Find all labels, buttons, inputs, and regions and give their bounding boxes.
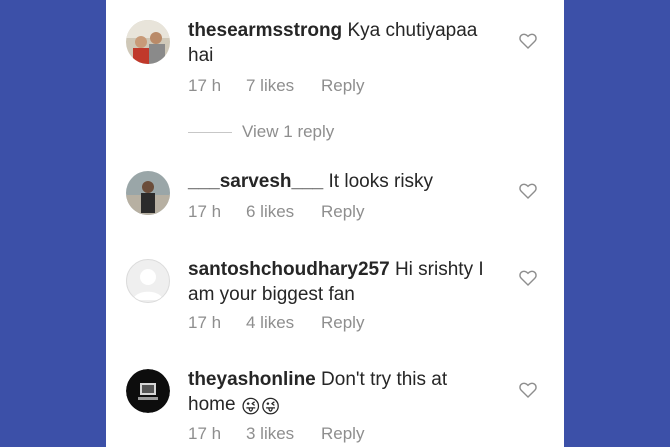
comment-likes[interactable]: 6 likes	[246, 202, 321, 222]
reply-button[interactable]: Reply	[321, 76, 364, 96]
comment-meta: 17 h 6 likes Reply	[188, 202, 364, 222]
comment-likes[interactable]: 7 likes	[246, 76, 321, 96]
comment-username[interactable]: thesearmsstrong	[188, 20, 342, 41]
view-replies-link[interactable]: View 1 reply	[188, 122, 334, 142]
divider	[188, 131, 232, 133]
comments-panel: thesearmsstrong Kya chutiyapaa hai 17 h …	[106, 0, 564, 447]
comment-meta: 17 h 4 likes Reply	[188, 313, 364, 333]
comment-meta: 17 h 3 likes Reply	[188, 424, 364, 444]
reply-button[interactable]: Reply	[321, 202, 364, 222]
comment-likes[interactable]: 4 likes	[246, 313, 321, 333]
heart-outline-icon[interactable]	[519, 270, 537, 286]
comment-text: ___sarvesh___ It looks risky	[188, 169, 498, 194]
reply-button[interactable]: Reply	[321, 424, 364, 444]
comment-username[interactable]: theyashonline	[188, 369, 316, 390]
avatar[interactable]	[126, 171, 170, 215]
comment-username[interactable]: santoshchoudhary257	[188, 259, 390, 280]
comment-username[interactable]: ___sarvesh___	[188, 171, 323, 192]
heart-outline-icon[interactable]	[519, 382, 537, 398]
avatar[interactable]	[126, 20, 170, 64]
view-replies-label: View 1 reply	[242, 122, 335, 141]
comment-text: theyashonline Don't try this at home 😜😜	[188, 367, 498, 420]
emoji: 😜😜	[240, 397, 281, 418]
avatar[interactable]	[126, 259, 170, 303]
comment-text: santoshchoudhary257 Hi srishty I am your…	[188, 257, 498, 307]
comment-time: 17 h	[188, 424, 222, 443]
comment-text: thesearmsstrong Kya chutiyapaa hai	[188, 18, 498, 68]
comment-time: 17 h	[188, 202, 222, 221]
comment-time: 17 h	[188, 76, 222, 95]
reply-button[interactable]: Reply	[321, 313, 364, 333]
comment-body: It looks risky	[328, 171, 434, 192]
heart-outline-icon[interactable]	[519, 33, 537, 49]
avatar[interactable]	[126, 369, 170, 413]
heart-outline-icon[interactable]	[519, 183, 537, 199]
comment-likes[interactable]: 3 likes	[246, 424, 321, 444]
comment-meta: 17 h 7 likes Reply	[188, 76, 364, 96]
comment-time: 17 h	[188, 313, 222, 332]
